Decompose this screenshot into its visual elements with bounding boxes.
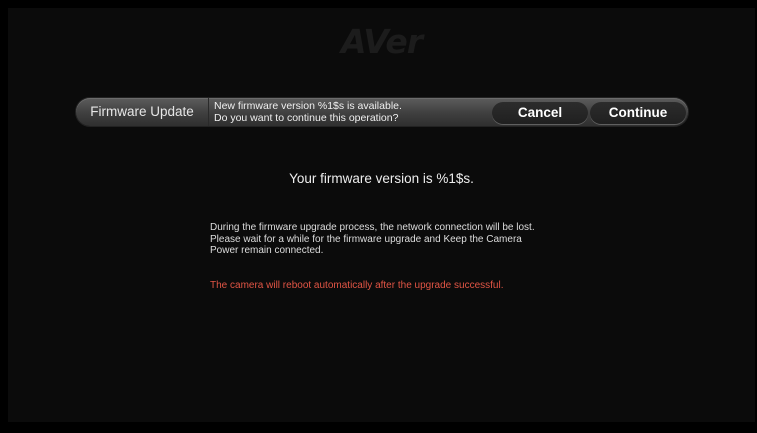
info-line-2: Please wait for a while for the firmware… — [210, 233, 522, 245]
info-line-3: Power remain connected. — [210, 245, 324, 256]
continue-button[interactable]: Continue — [590, 102, 686, 124]
update-prompt-line-2: Do you want to continue this operation? — [214, 112, 399, 124]
aver-logo: AVer — [340, 22, 423, 61]
update-prompt-line-1: New firmware version %1$s is available. — [214, 100, 402, 112]
firmware-update-screen: AVer Firmware Update New firmware versio… — [8, 8, 755, 422]
info-line-1: During the firmware upgrade process, the… — [210, 222, 535, 233]
cancel-button[interactable]: Cancel — [492, 102, 588, 124]
toolbar-title: Firmware Update — [76, 98, 209, 126]
update-prompt-message: New firmware version %1$s is available. … — [214, 100, 484, 124]
firmware-update-bar: Firmware Update New firmware version %1$… — [76, 98, 688, 126]
reboot-warning: The camera will reboot automatically aft… — [210, 280, 504, 291]
upgrade-info-text: During the firmware upgrade process, the… — [210, 222, 580, 257]
current-firmware-version: Your firmware version is %1$s. — [289, 171, 474, 186]
